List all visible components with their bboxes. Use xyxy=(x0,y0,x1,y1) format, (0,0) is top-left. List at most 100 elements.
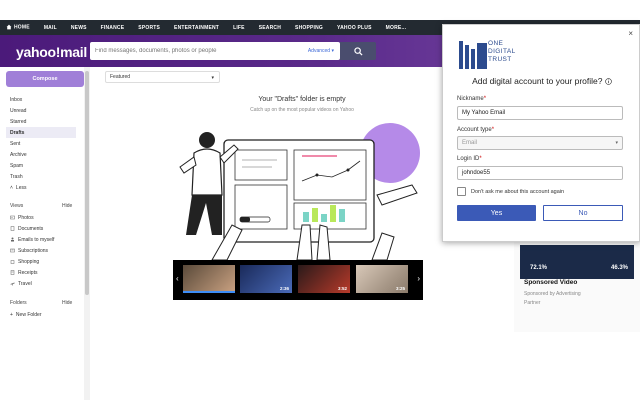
sidebar-item-receipts[interactable]: Receipts xyxy=(6,267,76,278)
nav-sports[interactable]: SPORTS xyxy=(138,25,160,31)
popup-title: Add digital account to your profile? xyxy=(443,76,640,86)
plus-icon: + xyxy=(10,311,13,318)
nav-search[interactable]: SEARCH xyxy=(259,25,281,31)
search-input[interactable] xyxy=(90,48,290,54)
chevron-down-icon: ▾ xyxy=(331,48,334,54)
advanced-search-link[interactable]: Advanced ▾ xyxy=(308,48,334,54)
compose-button[interactable]: Compose xyxy=(6,71,84,87)
receipts-label: Receipts xyxy=(18,269,38,276)
brand-line: ONE xyxy=(488,40,504,47)
nav-finance[interactable]: FINANCE xyxy=(101,25,125,31)
video-thumbnail[interactable]: 3:25 xyxy=(356,265,408,293)
advanced-label: Advanced xyxy=(307,48,331,54)
receipt-icon xyxy=(10,270,15,275)
nav-shopping[interactable]: SHOPPING xyxy=(295,25,323,31)
add-account-popup: × ONE DIGITAL TRUST Add digital account … xyxy=(442,24,640,242)
stat-left: 72.1% xyxy=(530,265,548,271)
sponsored-video-title[interactable]: Sponsored Video xyxy=(524,279,577,286)
search-icon xyxy=(353,46,363,56)
brand-line: TRUST xyxy=(488,56,512,63)
video-thumbnail[interactable]: 2:36 xyxy=(240,265,292,293)
close-icon[interactable]: × xyxy=(628,29,633,38)
new-folder-button[interactable]: + New Folder xyxy=(6,309,76,320)
video-thumbnail[interactable] xyxy=(183,265,235,293)
sponsored-partner: Partner xyxy=(524,300,541,306)
yes-button[interactable]: Yes xyxy=(457,205,536,221)
sidebar-item-emails-to-myself[interactable]: Emails to myself xyxy=(6,234,76,245)
login-id-label: Login ID* xyxy=(457,156,482,162)
scrollbar-thumb[interactable] xyxy=(85,71,89,295)
newspaper-icon xyxy=(10,248,15,253)
search-button[interactable] xyxy=(340,42,376,60)
nav-life[interactable]: LIFE xyxy=(233,25,245,31)
video-duration: 3:52 xyxy=(337,286,347,291)
dont-ask-checkbox[interactable] xyxy=(457,187,466,196)
video-duration: 3:25 xyxy=(395,286,405,291)
no-button[interactable]: No xyxy=(543,205,623,221)
sidebar-item-shopping[interactable]: Shopping xyxy=(6,256,76,267)
sidebar-item-less[interactable]: ˄ Less xyxy=(6,182,76,193)
nickname-label-text: Nickname xyxy=(457,96,484,102)
required-marker: * xyxy=(483,96,487,102)
video-duration: 2:36 xyxy=(279,286,289,291)
nav-yahoo-plus[interactable]: YAHOO PLUS xyxy=(337,25,372,31)
folders-hide-link[interactable]: Hide xyxy=(62,300,72,306)
folders-heading: Folders xyxy=(10,300,27,306)
sidebar-item-starred[interactable]: Starred xyxy=(6,116,76,127)
login-id-label-text: Login ID xyxy=(457,156,480,162)
chevron-right-icon[interactable]: › xyxy=(417,274,420,283)
chevron-up-icon: ˄ xyxy=(10,184,13,191)
account-type-label-text: Account type xyxy=(457,127,492,133)
brand-name: ONE DIGITAL TRUST xyxy=(488,40,516,64)
airplane-icon xyxy=(10,282,15,286)
sidebar-item-photos[interactable]: Photos xyxy=(6,212,76,223)
nav-more[interactable]: MORE... xyxy=(386,25,407,31)
chevron-left-icon[interactable]: ‹ xyxy=(176,274,179,283)
required-marker: * xyxy=(479,156,482,162)
account-type-label: Account type* xyxy=(457,127,494,133)
travel-label: Travel xyxy=(18,280,32,287)
sidebar-item-unread[interactable]: Unread xyxy=(6,105,76,116)
filter-dropdown[interactable]: Featured ▾ xyxy=(105,71,220,83)
photos-label: Photos xyxy=(18,214,34,221)
nav-entertainment[interactable]: ENTERTAINMENT xyxy=(174,25,219,31)
video-thumbnail[interactable]: 3:52 xyxy=(298,265,350,293)
sidebar-item-inbox[interactable]: Inbox xyxy=(6,94,76,105)
sidebar-item-drafts[interactable]: Drafts xyxy=(6,127,76,138)
document-icon xyxy=(10,226,15,231)
views-hide-link[interactable]: Hide xyxy=(62,203,72,209)
chevron-down-icon: ▾ xyxy=(615,140,618,146)
less-label: Less xyxy=(15,184,27,191)
info-icon[interactable] xyxy=(605,78,612,86)
emails-to-myself-label: Emails to myself xyxy=(18,236,55,243)
video-carousel[interactable]: ‹ 2:36 3:52 3:25 › xyxy=(173,260,423,300)
nav-home[interactable]: HOME xyxy=(6,24,30,31)
sponsored-video-thumbnail[interactable]: 72.1% 46.3% xyxy=(520,245,634,279)
sidebar: Compose Inbox Unread Starred Drafts Sent… xyxy=(0,67,90,400)
nickname-field[interactable]: My Yahoo Email xyxy=(457,106,623,120)
chevron-down-icon: ▾ xyxy=(211,75,214,81)
account-type-select[interactable]: Email ▾ xyxy=(457,136,623,150)
sidebar-item-documents[interactable]: Documents xyxy=(6,223,76,234)
sidebar-item-trash[interactable]: Trash xyxy=(6,171,76,182)
sidebar-item-spam[interactable]: Spam xyxy=(6,160,76,171)
brand-line: DIGITAL xyxy=(488,48,516,55)
dont-ask-label: Don't ask me about this account again xyxy=(471,188,565,195)
subscriptions-label: Subscriptions xyxy=(18,247,49,254)
nav-news[interactable]: NEWS xyxy=(71,25,87,31)
nav-mail[interactable]: MAIL xyxy=(44,25,57,31)
person-icon xyxy=(11,237,14,242)
sidebar-item-subscriptions[interactable]: Subscriptions xyxy=(6,245,76,256)
sidebar-item-archive[interactable]: Archive xyxy=(6,149,76,160)
required-marker: * xyxy=(491,127,495,133)
stat-right: 46.3% xyxy=(610,265,628,271)
sidebar-item-sent[interactable]: Sent xyxy=(6,138,76,149)
login-id-field[interactable]: johndoe55 xyxy=(457,166,623,180)
dont-ask-row: Don't ask me about this account again xyxy=(457,187,564,196)
popup-title-text: Add digital account to your profile? xyxy=(472,76,603,86)
nickname-label: Nickname* xyxy=(457,96,486,102)
sidebar-item-travel[interactable]: Travel xyxy=(6,278,76,289)
shopping-label: Shopping xyxy=(18,258,40,265)
yahoo-mail-logo[interactable]: yahoo!mail xyxy=(16,44,87,60)
home-icon xyxy=(6,24,12,30)
